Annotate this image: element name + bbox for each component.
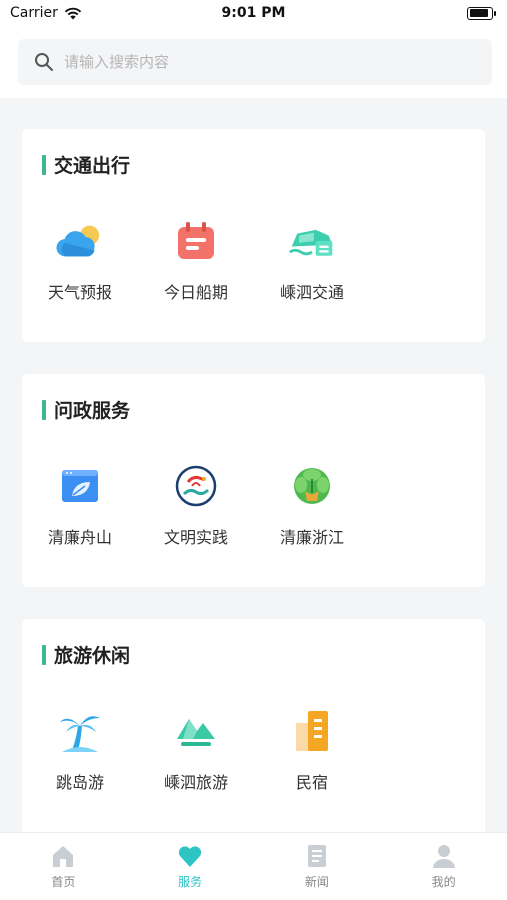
calendar-icon [172,217,220,265]
service-civilization-practice[interactable]: 文明实践 [138,462,254,548]
section-items: 跳岛游 嵊泗旅游 民宿 [22,707,370,793]
ferry-icon [288,217,336,265]
status-bar: Carrier 9:01 PM [0,0,507,26]
heart-icon [179,846,202,867]
service-today-sailing[interactable]: 今日船期 [138,217,254,303]
section-transport: 交通出行 天气预报 今日船期 嵊泗交通 [22,129,485,342]
section-tourism: 旅游休闲 跳岛游 嵊泗旅游 民宿 [22,619,485,859]
service-weather-forecast[interactable]: 天气预报 [22,217,138,303]
section-title: 交通出行 [42,151,130,178]
section-governance: 问政服务 清廉舟山 文明实践 清廉浙江 [22,374,485,587]
tab-home[interactable]: 首页 [0,833,127,900]
search-box[interactable] [18,39,492,85]
tab-profile[interactable]: 我的 [380,833,507,900]
service-label: 清廉浙江 [279,528,344,547]
tab-news[interactable]: 新闻 [254,833,381,900]
service-label: 民宿 [295,773,328,792]
service-label: 跳岛游 [55,773,104,792]
lotus-icon [288,462,336,510]
service-label: 嵊泗旅游 [163,773,228,792]
search-header [0,26,507,98]
tab-label: 新闻 [304,875,329,889]
status-left: Carrier [10,5,82,21]
section-title: 旅游休闲 [42,641,130,668]
service-label: 天气预报 [47,283,112,302]
section-title: 问政服务 [42,396,130,423]
news-icon [307,845,326,867]
section-items: 清廉舟山 文明实践 清廉浙江 [22,462,370,548]
tab-label: 服务 [178,875,203,889]
building-icon [288,707,336,755]
service-label: 嵊泗交通 [279,283,344,302]
palm-island-icon [56,707,104,755]
service-label: 文明实践 [163,528,228,547]
section-accent-bar [42,644,46,665]
leaf-window-icon [56,462,104,510]
tab-services[interactable]: 服务 [127,833,254,900]
section-items: 天气预报 今日船期 嵊泗交通 [22,217,370,303]
service-island-hopping[interactable]: 跳岛游 [22,707,138,793]
service-label: 今日船期 [163,283,228,302]
service-shengsi-tourism[interactable]: 嵊泗旅游 [138,707,254,793]
service-shengsi-transport[interactable]: 嵊泗交通 [254,217,370,303]
profile-icon [432,845,455,868]
civilization-logo-icon [172,462,220,510]
mountain-icon [172,707,220,755]
wifi-icon [64,7,82,19]
carrier-label: Carrier [10,5,58,21]
service-label: 清廉舟山 [47,528,112,547]
section-accent-bar [42,399,46,420]
section-accent-bar [42,154,46,175]
search-input[interactable] [64,53,444,71]
service-clean-zhejiang[interactable]: 清廉浙江 [254,462,370,548]
service-clean-zhoushan[interactable]: 清廉舟山 [22,462,138,548]
service-homestay[interactable]: 民宿 [254,707,370,793]
battery-icon [467,6,496,20]
tab-label: 首页 [51,875,76,889]
search-icon [35,53,53,71]
tab-label: 我的 [431,875,456,889]
bottom-tab-bar: 首页 服务 新闻 我的 [0,832,507,900]
home-icon [53,846,74,867]
weather-icon [56,217,104,265]
